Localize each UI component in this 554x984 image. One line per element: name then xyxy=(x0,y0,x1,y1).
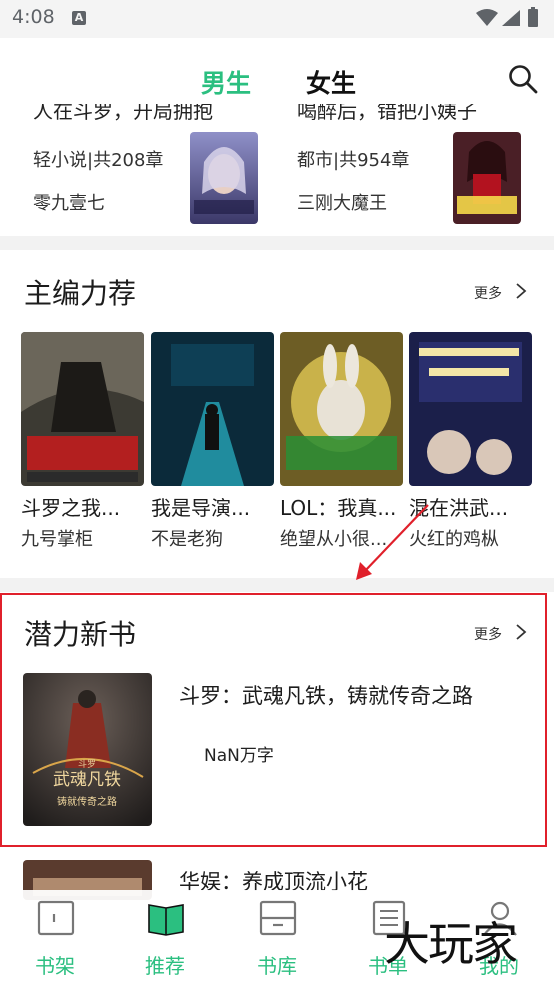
book-cover xyxy=(409,332,532,486)
library-icon xyxy=(259,900,297,936)
book-title: 斗罗之我... xyxy=(21,496,121,520)
book-author: 不是老狗 xyxy=(151,529,223,550)
book-cover xyxy=(453,132,521,224)
search-icon[interactable] xyxy=(508,64,538,94)
status-bar: 4:08 A xyxy=(0,0,554,38)
book-cover xyxy=(21,332,144,486)
signal-icon xyxy=(502,10,520,26)
book-author: 九号掌柜 xyxy=(21,529,93,550)
section-title: 潜力新书 xyxy=(24,618,137,651)
watermark: 大玩家 xyxy=(384,917,518,971)
book-title: 混在洪武... xyxy=(409,496,509,520)
open-book-icon xyxy=(148,904,184,936)
nav-label: 推荐 xyxy=(145,954,185,978)
book-cover xyxy=(280,332,403,486)
nav-item-library[interactable]: 书库 xyxy=(222,890,332,984)
nav-item-recommend[interactable]: 推荐 xyxy=(110,890,220,984)
book-title: 我是导演... xyxy=(151,496,251,520)
nav-label: 书库 xyxy=(257,954,297,978)
book-cover xyxy=(190,132,258,224)
cover-line1: 斗罗 xyxy=(78,759,96,770)
chevron-right-icon[interactable] xyxy=(515,624,527,640)
bookshelf-icon xyxy=(37,900,75,936)
book-author: 三刚大魔王 xyxy=(297,193,387,214)
section-divider xyxy=(0,578,554,592)
battery-icon xyxy=(528,7,538,27)
more-link[interactable]: 更多 xyxy=(474,283,502,303)
section-title: 主编力荐 xyxy=(24,277,137,310)
section-divider xyxy=(0,236,554,250)
wifi-icon xyxy=(476,9,498,26)
book-author: 绝望从小很... xyxy=(280,529,388,550)
book-title: 人在斗罗，开局拥抱 xyxy=(33,104,213,123)
notification-icon: A xyxy=(72,11,86,25)
tab-male[interactable]: 男生 xyxy=(201,64,251,100)
book-title: 斗罗：武魂凡铁，铸就传奇之路 xyxy=(179,684,473,708)
book-cover: 斗罗 武魂凡铁 铸就传奇之路 xyxy=(23,673,152,826)
tab-female[interactable]: 女生 xyxy=(306,64,356,100)
cover-line2: 武魂凡铁 xyxy=(53,770,121,790)
book-meta: 都市|共954章 xyxy=(297,150,410,171)
book-author: 火红的鸡枞 xyxy=(409,529,499,550)
nav-item-bookshelf[interactable]: 书架 xyxy=(0,890,110,984)
more-link[interactable]: 更多 xyxy=(474,624,502,644)
word-count: NaN万字 xyxy=(204,746,274,766)
status-time: 4:08 xyxy=(12,6,55,28)
book-cover xyxy=(151,332,274,486)
book-meta: 轻小说|共208章 xyxy=(33,150,164,171)
book-title: 喝醉后，错把小姨子 xyxy=(297,104,477,123)
nav-label: 书架 xyxy=(35,954,75,978)
cover-line3: 铸就传奇之路 xyxy=(57,795,117,808)
book-title: LOL：我真... xyxy=(280,496,397,520)
book-author: 零九壹七 xyxy=(33,193,105,214)
chevron-right-icon[interactable] xyxy=(515,283,527,299)
